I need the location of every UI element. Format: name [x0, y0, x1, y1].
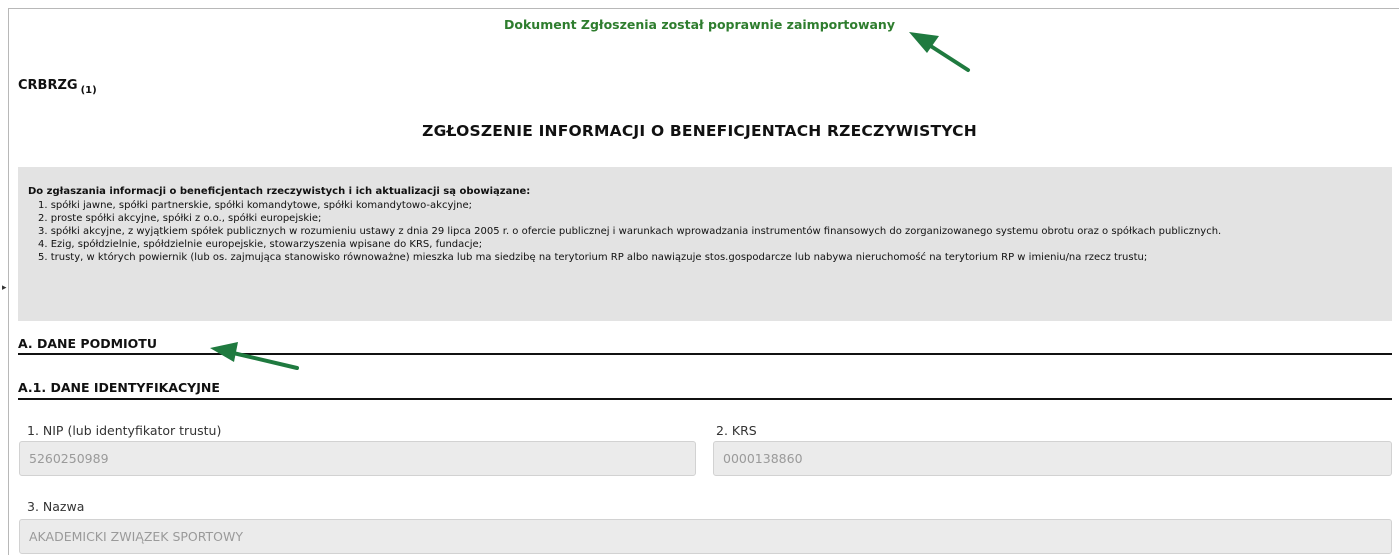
arrow-icon: [909, 32, 970, 72]
annotation-arrows: [210, 32, 970, 370]
arrow-icon: [210, 342, 299, 370]
